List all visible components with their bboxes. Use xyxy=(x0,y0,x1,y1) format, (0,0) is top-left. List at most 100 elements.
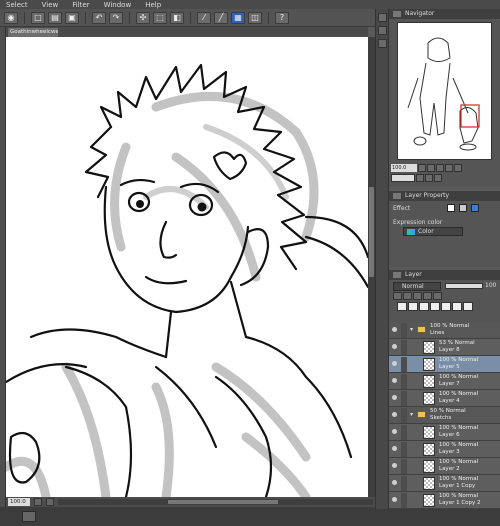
panel-toggle-icon[interactable] xyxy=(377,26,387,35)
eye-icon[interactable] xyxy=(392,446,397,451)
navigator-panel: Navigator 100.0 xyxy=(389,9,500,187)
opacity-slider[interactable] xyxy=(445,283,483,289)
effect-tone-icon[interactable] xyxy=(459,204,467,212)
eye-icon[interactable] xyxy=(392,378,397,383)
layer-lock-slot[interactable] xyxy=(401,476,407,491)
help-icon[interactable]: ? xyxy=(275,11,289,24)
layer-lock-slot[interactable] xyxy=(401,408,407,423)
drawing-canvas[interactable] xyxy=(6,37,368,497)
zoom-out-icon[interactable] xyxy=(418,163,426,172)
eye-icon[interactable] xyxy=(392,395,397,400)
actual-size-icon[interactable] xyxy=(445,163,453,172)
eye-icon[interactable] xyxy=(392,344,397,349)
new-vector-layer-icon[interactable] xyxy=(408,302,418,311)
blend-mode-select[interactable]: Normal xyxy=(393,282,441,291)
canvas-horizontal-scrollbar[interactable] xyxy=(58,499,373,505)
duplicate-layer-icon[interactable] xyxy=(430,302,440,311)
layer-panel-title: Layer xyxy=(389,270,500,280)
expression-color-select[interactable]: Color xyxy=(403,227,463,236)
layer-row[interactable]: 100 % Normal Layer 6 xyxy=(389,424,500,441)
mask-layer-icon[interactable] xyxy=(452,302,462,311)
delete-layer-icon[interactable] xyxy=(463,302,473,311)
eye-icon[interactable] xyxy=(392,327,397,332)
mask-icon[interactable] xyxy=(423,292,432,300)
eye-icon[interactable] xyxy=(392,429,397,434)
lock-icon[interactable] xyxy=(413,292,422,300)
expand-arrow-icon[interactable]: ▾ xyxy=(410,411,413,418)
scrollbar-thumb[interactable] xyxy=(369,187,374,277)
navigator-zoom-field[interactable]: 100.0 xyxy=(391,163,417,172)
layer-row-selected[interactable]: 100 % Normal Layer 5 xyxy=(389,356,500,373)
new-raster-layer-icon[interactable] xyxy=(397,302,407,311)
eye-icon[interactable] xyxy=(392,480,397,485)
effect-border-icon[interactable] xyxy=(447,204,455,212)
open-file-icon[interactable]: ▤ xyxy=(48,11,62,24)
expand-arrow-icon[interactable]: ▾ xyxy=(410,326,413,333)
layer-lock-slot[interactable] xyxy=(401,493,407,508)
layer-lock-slot[interactable] xyxy=(401,459,407,474)
layer-row[interactable]: 100 % Normal Layer 7 xyxy=(389,373,500,390)
zoom-in-icon[interactable] xyxy=(427,163,435,172)
flip-vertical-icon[interactable] xyxy=(434,174,442,182)
layer-row[interactable]: 53 % Normal Layer 8 xyxy=(389,339,500,356)
layer-row[interactable]: 100 % Normal Layer 1 Copy 2 xyxy=(389,492,500,509)
undo-icon[interactable]: ↶ xyxy=(92,11,106,24)
reference-icon[interactable] xyxy=(403,292,412,300)
special-ruler-icon[interactable]: ◫ xyxy=(248,11,262,24)
select-icon[interactable]: ⬚ xyxy=(153,11,167,24)
panel-toggle-icon[interactable] xyxy=(377,39,387,48)
layer-lock-slot[interactable] xyxy=(401,391,407,406)
menu-help[interactable]: Help xyxy=(145,1,161,9)
reset-icon[interactable] xyxy=(454,163,462,172)
zoom-out-icon[interactable] xyxy=(34,498,42,506)
effect-color-icon[interactable] xyxy=(471,204,479,212)
snap-icon[interactable]: ⁄ xyxy=(197,11,211,24)
canvas-vertical-scrollbar[interactable] xyxy=(368,37,375,497)
eye-icon[interactable] xyxy=(392,412,397,417)
color-icon[interactable] xyxy=(433,292,442,300)
layer-row[interactable]: 100 % Normal Layer 3 xyxy=(389,441,500,458)
redo-icon[interactable]: ↷ xyxy=(109,11,123,24)
menu-view[interactable]: View xyxy=(42,1,59,9)
ruler-icon[interactable]: ╱ xyxy=(214,11,228,24)
fit-icon[interactable] xyxy=(436,163,444,172)
zoom-field[interactable]: 100.0 xyxy=(8,498,30,506)
layer-blend-label: 100 % Normal xyxy=(439,493,479,499)
layer-lock-slot[interactable] xyxy=(401,374,407,389)
merge-layer-icon[interactable] xyxy=(441,302,451,311)
document-tab[interactable]: Goathinwheelcwere xyxy=(8,28,58,37)
zoom-in-icon[interactable] xyxy=(46,498,54,506)
layer-lock-slot[interactable] xyxy=(401,442,407,457)
eye-icon[interactable] xyxy=(392,463,397,468)
fill-icon[interactable]: ◧ xyxy=(170,11,184,24)
flip-horizontal-icon[interactable] xyxy=(425,174,433,182)
layer-row[interactable]: 100 % Normal Layer 4 xyxy=(389,390,500,407)
layer-row[interactable]: 100 % Normal Layer 1 Copy xyxy=(389,475,500,492)
clip-icon[interactable] xyxy=(393,292,402,300)
layer-lock-slot[interactable] xyxy=(401,323,407,338)
transform-icon[interactable]: ✣ xyxy=(136,11,150,24)
scrollbar-thumb[interactable] xyxy=(168,500,278,504)
layer-lock-slot[interactable] xyxy=(401,340,407,355)
new-folder-icon[interactable] xyxy=(419,302,429,311)
layer-folder[interactable]: ▾ 50 % Normal Sketchs xyxy=(389,407,500,424)
menu-window[interactable]: Window xyxy=(104,1,132,9)
menu-filter[interactable]: Filter xyxy=(72,1,89,9)
panel-toggle-icon[interactable] xyxy=(377,13,387,22)
rotate-left-icon[interactable] xyxy=(391,174,415,182)
taskbar-app-icon[interactable] xyxy=(22,511,36,522)
layer-lock-slot[interactable] xyxy=(401,357,407,372)
layer-folder[interactable]: ▾ 100 % Normal Lines xyxy=(389,322,500,339)
rotate-right-icon[interactable] xyxy=(416,174,424,182)
app-logo-icon[interactable]: ◉ xyxy=(4,11,18,24)
eye-icon[interactable] xyxy=(392,497,397,502)
menu-select[interactable]: Select xyxy=(6,1,28,9)
save-icon[interactable]: ▣ xyxy=(65,11,79,24)
layer-blend-label: 100 % Normal xyxy=(430,323,470,329)
navigator-preview[interactable] xyxy=(397,22,492,160)
layer-lock-slot[interactable] xyxy=(401,425,407,440)
new-file-icon[interactable]: □ xyxy=(31,11,45,24)
snap-grid-icon[interactable]: ▦ xyxy=(231,11,245,24)
eye-icon[interactable] xyxy=(392,361,397,366)
layer-row[interactable]: 100 % Normal Layer 2 xyxy=(389,458,500,475)
